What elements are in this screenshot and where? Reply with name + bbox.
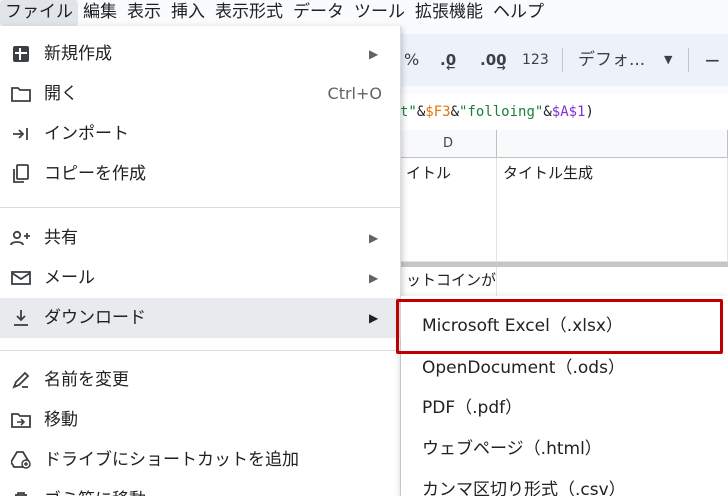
decimal-increase-button[interactable]: .00→ (480, 34, 516, 86)
menu-item-make-copy[interactable]: コピーを作成 (0, 154, 401, 194)
decimal-decrease-button[interactable]: .0← (440, 34, 465, 86)
formula-part: t" (400, 104, 417, 120)
chevron-down-icon[interactable]: ▼ (664, 34, 672, 86)
menu-item-trash[interactable]: ゴミ箱に移動 (0, 480, 401, 496)
menu-item-email[interactable]: メール ▶ (0, 258, 401, 298)
shortcut-label: Ctrl+O (327, 84, 382, 103)
submenu-arrow-icon: ▶ (369, 47, 379, 61)
cell-c2[interactable]: イトル (400, 158, 497, 262)
person-add-icon (10, 228, 32, 248)
column-header-d-label[interactable]: D (400, 130, 497, 158)
folder-icon (10, 84, 32, 104)
menu-data[interactable]: データ (288, 0, 349, 26)
number-format-button[interactable]: 123 (522, 34, 549, 86)
highlight-annotation (396, 299, 723, 354)
formula-part: "folloing" (459, 104, 544, 120)
percent-format-button[interactable]: % (404, 34, 419, 86)
arrow-right-icon: → (496, 61, 506, 74)
menu-item-label: ドライブにショートカットを追加 (44, 450, 299, 470)
menu-insert[interactable]: 挿入 (166, 0, 210, 26)
menu-file[interactable]: ファイル (0, 0, 78, 26)
menu-item-label: 新規作成 (44, 44, 112, 64)
font-size-decrease-button[interactable]: − (704, 34, 721, 86)
formula-part: & (543, 104, 552, 120)
download-icon (10, 308, 32, 328)
toolbar-divider (562, 48, 563, 72)
menu-item-label: ダウンロード (44, 308, 146, 328)
move-folder-icon (10, 410, 32, 430)
menu-item-new[interactable]: 新規作成 ▶ (0, 34, 401, 74)
arrow-left-icon: ← (446, 61, 456, 74)
toolbar-divider (688, 48, 689, 72)
menu-item-label: インポート (44, 124, 129, 144)
cell-c3[interactable]: ットコインが (400, 267, 497, 297)
menu-help[interactable]: ヘルプ (488, 0, 549, 26)
menu-item-import[interactable]: インポート (0, 114, 401, 154)
menu-divider (0, 207, 401, 208)
menu-item-share[interactable]: 共有 ▶ (0, 218, 401, 258)
menu-item-rename[interactable]: 名前を変更 (0, 360, 401, 400)
menu-item-label: 移動 (44, 410, 78, 430)
download-pdf[interactable]: PDF（.pdf） (401, 388, 728, 428)
column-header-e[interactable] (497, 130, 728, 158)
menu-extensions[interactable]: 拡張機能 (410, 0, 488, 26)
menu-item-label: 開く (44, 84, 78, 104)
toolbar: % .0← .00→ 123 デフォ... ▼ − (400, 34, 728, 86)
menu-bar: ファイル 編集 表示 挿入 表示形式 データ ツール 拡張機能 ヘルプ (0, 0, 728, 26)
cell-d2[interactable]: タイトル生成 (497, 158, 728, 262)
mail-icon (10, 268, 32, 288)
formula-part: $F3 (425, 104, 451, 120)
drive-add-icon (10, 450, 32, 470)
menu-item-label: ゴミ箱に移動 (44, 480, 146, 496)
menu-tools[interactable]: ツール (349, 0, 410, 26)
menu-item-label: メール (44, 268, 95, 288)
menu-item-add-shortcut[interactable]: ドライブにショートカットを追加 (0, 440, 401, 480)
copy-icon (10, 164, 32, 184)
download-ods[interactable]: OpenDocument（.ods） (401, 348, 728, 388)
trash-icon (10, 490, 32, 496)
formula-part: $A$1 (551, 104, 586, 120)
menu-item-label: 名前を変更 (44, 370, 129, 390)
menu-item-label: コピーを作成 (44, 164, 146, 184)
new-sheet-icon (10, 44, 32, 64)
menu-format[interactable]: 表示形式 (210, 0, 288, 26)
import-icon (10, 124, 32, 144)
formula-part: ) (585, 104, 594, 120)
submenu-arrow-icon: ▶ (369, 231, 379, 245)
font-select[interactable]: デフォ... (578, 34, 645, 86)
menu-view[interactable]: 表示 (122, 0, 166, 26)
submenu-arrow-icon: ▶ (369, 271, 379, 285)
menu-item-download[interactable]: ダウンロード ▶ (0, 298, 401, 338)
rename-icon (10, 370, 32, 390)
menu-divider (0, 350, 401, 351)
submenu-arrow-icon: ▶ (369, 311, 379, 325)
file-menu: 新規作成 ▶ 開く Ctrl+O インポート コピーを作成 共有 ▶ メール ▶ (0, 26, 401, 496)
menu-item-label: 共有 (44, 228, 78, 248)
formula-part: & (450, 104, 460, 120)
menu-item-move[interactable]: 移動 (0, 400, 401, 440)
download-csv[interactable]: カンマ区切り形式（.csv） (401, 470, 728, 496)
formula-bar[interactable]: t"&$F3&"folloing"&$A$1) (400, 94, 728, 130)
menu-edit[interactable]: 編集 (78, 0, 122, 26)
menu-item-open[interactable]: 開く Ctrl+O (0, 74, 401, 114)
download-html[interactable]: ウェブページ（.html） (401, 429, 728, 469)
